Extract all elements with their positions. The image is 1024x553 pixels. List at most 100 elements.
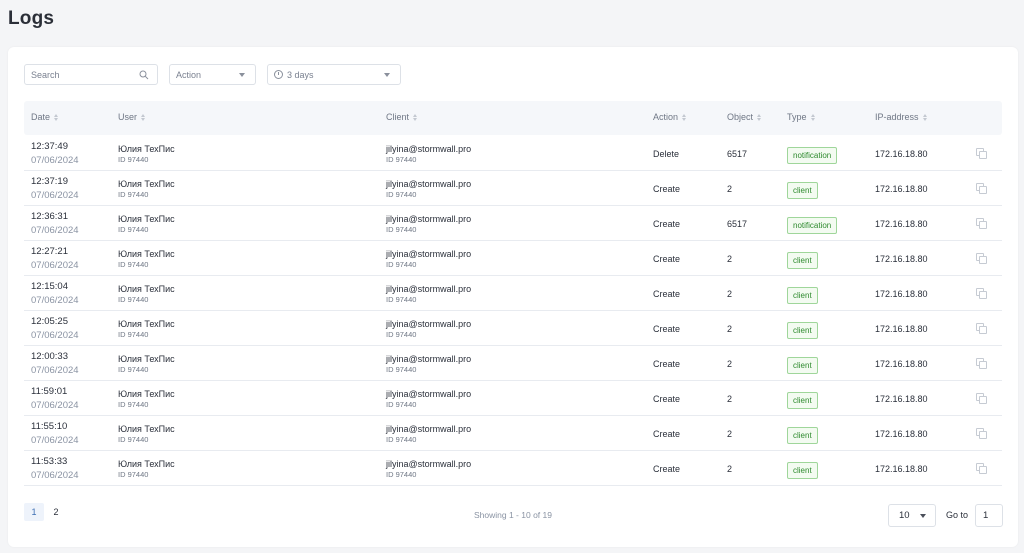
goto-page-input[interactable]: 1 (975, 504, 1003, 527)
goto-page-value: 1 (983, 510, 989, 521)
row-client-email: jilyina@stormwall.pro (386, 214, 472, 224)
table-row[interactable]: 12:37:49 07/06/2024 Юлия ТехПис ID 97440… (24, 136, 1002, 171)
type-badge: notification (787, 147, 838, 164)
page-size-value: 10 (899, 510, 910, 521)
period-select-value: 3 days (287, 69, 314, 80)
row-client-email: jilyina@stormwall.pro (386, 249, 472, 259)
table-row[interactable]: 12:15:04 07/06/2024 Юлия ТехПис ID 97440… (24, 276, 1002, 311)
row-action: Create (653, 184, 681, 194)
row-ip-address: 172.16.18.80 (875, 219, 928, 229)
row-object: 2 (727, 289, 733, 299)
row-user-id: ID 97440 (118, 295, 149, 304)
table-row[interactable]: 11:53:33 07/06/2024 Юлия ТехПис ID 97440… (24, 451, 1002, 486)
table-row[interactable]: 12:00:33 07/06/2024 Юлия ТехПис ID 97440… (24, 346, 1002, 381)
type-badge: client (787, 322, 818, 339)
copy-icon[interactable] (976, 183, 988, 195)
page-size-select[interactable]: 10 (888, 504, 936, 527)
table-row[interactable]: 12:05:25 07/06/2024 Юлия ТехПис ID 97440… (24, 311, 1002, 346)
chevron-down-icon (381, 69, 393, 81)
period-select[interactable]: 3 days (267, 64, 401, 85)
table-row[interactable]: 12:37:19 07/06/2024 Юлия ТехПис ID 97440… (24, 171, 1002, 206)
search-placeholder: Search (31, 69, 60, 80)
table-row[interactable]: 12:27:21 07/06/2024 Юлия ТехПис ID 97440… (24, 241, 1002, 276)
row-action: Create (653, 464, 681, 474)
sort-icon[interactable] (682, 113, 687, 121)
copy-icon[interactable] (976, 148, 988, 160)
row-time: 12:37:19 (31, 176, 68, 187)
row-client-id: ID 97440 (386, 365, 417, 374)
row-object: 2 (727, 464, 733, 474)
row-object: 6517 (727, 219, 748, 229)
row-action: Create (653, 359, 681, 369)
row-date: 07/06/2024 (31, 365, 79, 376)
column-header-type[interactable]: Type (787, 112, 815, 122)
row-ip-address: 172.16.18.80 (875, 254, 928, 264)
row-user-id: ID 97440 (118, 400, 149, 409)
row-user-name: Юлия ТехПис (118, 459, 175, 469)
row-ip-address: 172.16.18.80 (875, 359, 928, 369)
table-row[interactable]: 11:55:10 07/06/2024 Юлия ТехПис ID 97440… (24, 416, 1002, 451)
row-object: 2 (727, 184, 733, 194)
row-time: 12:15:04 (31, 281, 68, 292)
row-time: 12:37:49 (31, 141, 68, 152)
row-user-name: Юлия ТехПис (118, 354, 175, 364)
copy-icon[interactable] (976, 428, 988, 440)
column-header-client[interactable]: Client (386, 112, 418, 122)
column-header-ip-address[interactable]: IP-address (875, 112, 927, 122)
row-object: 2 (727, 324, 733, 334)
action-select[interactable]: Action (169, 64, 256, 85)
copy-icon[interactable] (976, 463, 988, 475)
row-client-id: ID 97440 (386, 190, 417, 199)
type-badge: client (787, 427, 818, 444)
filters-bar: Search Action 3 days (24, 64, 401, 85)
row-user-name: Юлия ТехПис (118, 249, 175, 259)
row-date: 07/06/2024 (31, 400, 79, 411)
row-type: client (787, 425, 818, 444)
row-type: client (787, 180, 818, 199)
chevron-down-icon (236, 69, 248, 81)
row-object: 6517 (727, 149, 748, 159)
column-header-user[interactable]: User (118, 112, 146, 122)
row-user-id: ID 97440 (118, 330, 149, 339)
logs-card: Search Action 3 days Date User Client Ac… (8, 47, 1018, 547)
sort-icon[interactable] (922, 113, 927, 121)
row-client-id: ID 97440 (386, 295, 417, 304)
row-user-id: ID 97440 (118, 470, 149, 479)
table-row[interactable]: 11:59:01 07/06/2024 Юлия ТехПис ID 97440… (24, 381, 1002, 416)
sort-icon[interactable] (810, 113, 815, 121)
copy-icon[interactable] (976, 253, 988, 265)
search-input[interactable]: Search (24, 64, 158, 85)
row-date: 07/06/2024 (31, 190, 79, 201)
row-date: 07/06/2024 (31, 330, 79, 341)
row-client-email: jilyina@stormwall.pro (386, 459, 472, 469)
row-user-name: Юлия ТехПис (118, 214, 175, 224)
row-client-id: ID 97440 (386, 260, 417, 269)
copy-icon[interactable] (976, 288, 988, 300)
column-header-action[interactable]: Action (653, 112, 687, 122)
copy-icon[interactable] (976, 393, 988, 405)
copy-icon[interactable] (976, 358, 988, 370)
row-type: client (787, 390, 818, 409)
row-user-id: ID 97440 (118, 155, 149, 164)
row-type: notification (787, 215, 838, 234)
copy-icon[interactable] (976, 218, 988, 230)
column-header-object[interactable]: Object (727, 112, 762, 122)
row-client-id: ID 97440 (386, 330, 417, 339)
row-user-name: Юлия ТехПис (118, 389, 175, 399)
sort-icon[interactable] (54, 113, 59, 121)
sort-icon[interactable] (413, 113, 418, 121)
column-header-date[interactable]: Date (31, 112, 59, 122)
table-row[interactable]: 12:36:31 07/06/2024 Юлия ТехПис ID 97440… (24, 206, 1002, 241)
sort-icon[interactable] (141, 113, 146, 121)
row-date: 07/06/2024 (31, 470, 79, 481)
row-client-email: jilyina@stormwall.pro (386, 389, 472, 399)
copy-icon[interactable] (976, 323, 988, 335)
row-action: Create (653, 324, 681, 334)
search-icon[interactable] (138, 69, 150, 81)
sort-icon[interactable] (757, 113, 762, 121)
type-badge: client (787, 392, 818, 409)
row-time: 12:27:21 (31, 246, 68, 257)
row-client-email: jilyina@stormwall.pro (386, 179, 472, 189)
row-time: 12:36:31 (31, 211, 68, 222)
row-ip-address: 172.16.18.80 (875, 324, 928, 334)
